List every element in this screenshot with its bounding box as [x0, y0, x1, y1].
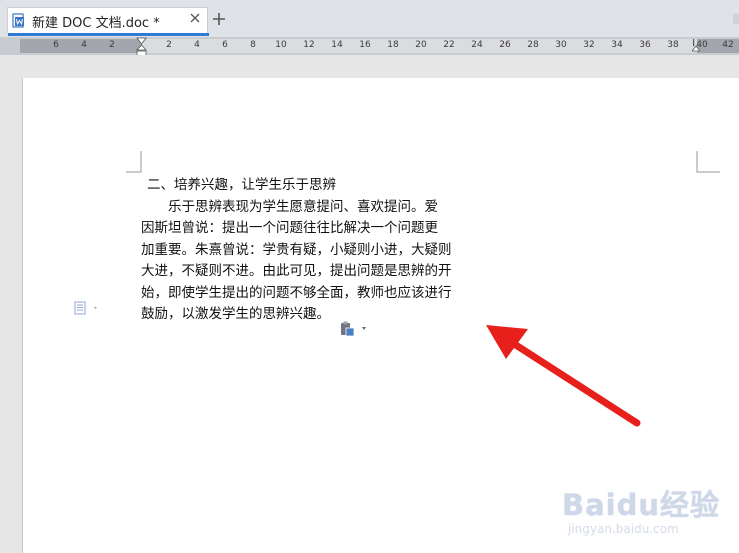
annotation-arrow — [486, 325, 641, 427]
document-body[interactable]: 二、培养兴趣，让学生乐于思辨 乐于思辨表现为学生愿意提问、喜欢提问。爱 因斯坦曾… — [141, 175, 471, 326]
right-indent-marker-icon[interactable] — [692, 37, 700, 53]
paragraph-line: 始，即使学生提出的问题不够全面，教师也应该进行 — [141, 284, 452, 301]
ruler-tick: 20 — [415, 40, 427, 50]
ruler-tick: 42 — [722, 40, 734, 50]
margin-corner-mark — [696, 151, 720, 173]
paragraph-layout-icon[interactable] — [74, 301, 102, 315]
paragraph-line: 大进，不疑则不进。由此可见，提出问题是思辨的开 — [141, 263, 452, 279]
ruler-tick: 4 — [81, 40, 87, 50]
ruler-tick: 2 — [166, 40, 172, 50]
section-heading: 二、培养兴趣，让学生乐于思辨 — [147, 177, 336, 193]
close-icon[interactable] — [189, 12, 201, 24]
ruler-tick: 12 — [303, 40, 315, 50]
indent-marker-icon[interactable] — [136, 37, 147, 57]
ruler-tick: 2 — [109, 40, 115, 50]
baidu-watermark: Baidu经验 jingyan.baidu.com — [550, 482, 720, 544]
document-tab[interactable]: 新建 DOC 文档.doc * — [7, 7, 209, 36]
ruler-tick: 8 — [250, 40, 256, 50]
margin-corner-mark — [126, 151, 142, 173]
paragraph-line: 加重要。朱熹曾说：学贵有疑，小疑则小进，大疑则 — [141, 241, 452, 258]
ruler-tick: 38 — [667, 40, 679, 50]
ruler-tick: 10 — [275, 40, 287, 50]
watermark-url: jingyan.baidu.com — [568, 522, 679, 536]
ruler-tick: 6 — [53, 40, 59, 50]
ruler-tick: 6 — [222, 40, 228, 50]
ruler-tick: 18 — [387, 40, 399, 50]
ruler-tick: 36 — [639, 40, 651, 50]
plus-icon[interactable] — [212, 12, 226, 26]
ruler-tick: 22 — [443, 40, 455, 50]
paragraph-line: 鼓励，以激发学生的思辨兴趣。 — [141, 306, 330, 322]
document-icon — [12, 13, 24, 28]
paragraph-line: 因斯坦曾说：提出一个问题往往比解决一个问题更 — [141, 220, 438, 236]
ruler-tick: 4 — [194, 40, 200, 50]
active-tab-indicator — [8, 33, 209, 36]
ruler-tick: 34 — [611, 40, 623, 50]
watermark-brand: Baidu经验 — [562, 488, 721, 522]
tab-title: 新建 DOC 文档.doc * — [32, 16, 160, 31]
horizontal-ruler[interactable]: 6 4 2 2 4 6 8 10 12 14 16 18 20 22 24 26… — [0, 37, 739, 55]
tab-bar: 新建 DOC 文档.doc * — [0, 0, 739, 37]
paste-options-icon[interactable] — [340, 321, 370, 337]
workspace-background — [0, 55, 739, 78]
ruler-tick: 24 — [471, 40, 483, 50]
ruler-tick: 28 — [527, 40, 539, 50]
ruler-tick: 14 — [331, 40, 343, 50]
paragraph-line: 乐于思辨表现为学生愿意提问、喜欢提问。爱 — [168, 198, 438, 215]
window-control[interactable] — [733, 14, 739, 24]
ruler-tick: 26 — [499, 40, 511, 50]
ruler-tick: 30 — [555, 40, 567, 50]
ruler-tick: 32 — [583, 40, 595, 50]
ruler-tick: 16 — [359, 40, 371, 50]
